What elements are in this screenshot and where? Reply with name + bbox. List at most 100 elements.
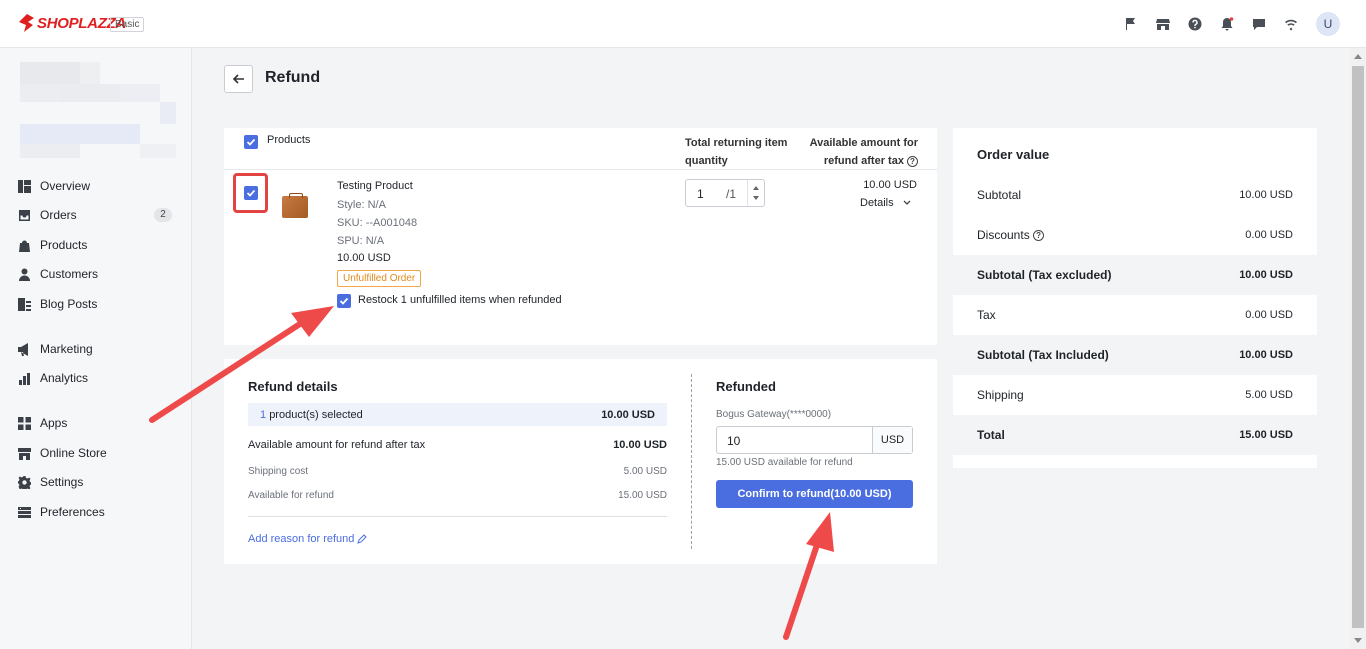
scroll-down-icon[interactable]	[1354, 638, 1362, 643]
available-for-refund-label: Available for refund	[248, 490, 334, 501]
add-reason-link[interactable]: Add reason for refund	[248, 533, 368, 545]
details-divider	[248, 516, 667, 517]
refund-amount-field[interactable]: 10 USD	[716, 426, 913, 454]
selected-count[interactable]: 1	[260, 409, 266, 421]
top-icons: U	[1115, 12, 1340, 36]
preferences-icon	[18, 506, 31, 518]
avail-after-tax-label: Available amount for refund after tax	[248, 439, 426, 451]
refund-amount-value[interactable]: 10	[727, 434, 740, 448]
blog-icon	[18, 297, 31, 311]
sidebar-item-label: Customers	[40, 267, 99, 281]
back-button[interactable]	[224, 65, 253, 93]
shipping-cost-label: Shipping cost	[248, 466, 309, 477]
order-value-label: Subtotal (Tax Included)	[977, 348, 1109, 362]
settings-icon	[18, 475, 31, 489]
order-value-amount: 0.00 USD	[1245, 309, 1293, 321]
sidebar-item-label: Blog Posts	[40, 297, 98, 311]
apps-icon	[18, 416, 31, 430]
sidebar-item-orders[interactable]: Orders 2	[18, 204, 176, 226]
status-badge: Unfulfilled Order	[337, 270, 422, 287]
annotation-highlight-box	[233, 173, 268, 213]
gateway-label: Bogus Gateway(****0000)	[716, 409, 832, 420]
vertical-dashed-divider	[691, 374, 692, 549]
logo-mark-icon	[19, 14, 34, 32]
discounts-label: Discounts	[977, 228, 1030, 242]
page-scrollbar[interactable]	[1350, 48, 1366, 649]
order-value-label: Shipping	[977, 388, 1024, 402]
product-style: Style: N/A	[337, 199, 386, 211]
help-icon[interactable]: ?	[907, 155, 918, 167]
order-value-amount: 15.00 USD	[1239, 429, 1293, 441]
sidebar-item-online-store[interactable]: Online Store	[18, 442, 176, 464]
selected-text: product(s) selected	[269, 409, 363, 421]
increment-icon[interactable]	[753, 186, 759, 190]
store-icon[interactable]	[1147, 12, 1179, 36]
product-spu: SPU: N/A	[337, 235, 385, 247]
available-for-refund-value: 15.00 USD	[618, 490, 667, 501]
product-name[interactable]: Testing Product	[337, 180, 413, 192]
product-sku: SKU: --A001048	[337, 217, 418, 229]
add-reason-label: Add reason for refund	[248, 533, 355, 545]
customers-icon	[19, 268, 30, 281]
store-name-blurred	[20, 62, 180, 158]
help-icon[interactable]: ?	[1033, 230, 1045, 242]
top-bar: SHOPLAZZA Basic U	[0, 0, 1366, 48]
quantity-value[interactable]: 1	[697, 187, 704, 201]
sidebar-item-apps[interactable]: Apps	[18, 412, 176, 434]
sidebar-item-settings[interactable]: Settings	[18, 471, 176, 493]
quantity-spin	[747, 180, 764, 206]
col-amount-header-text: refund after tax	[823, 155, 904, 167]
order-value-label: Tax	[977, 308, 996, 322]
refund-details-title: Refund details	[248, 379, 338, 394]
col-amount-header-line1: Available amount for	[809, 137, 918, 149]
order-value-label: Subtotal (Tax excluded)	[977, 268, 1112, 282]
bell-icon[interactable]	[1211, 12, 1243, 36]
details-label: Details	[860, 197, 894, 209]
sidebar-item-overview[interactable]: Overview	[18, 175, 176, 197]
order-value-label: Discounts ?	[977, 228, 1045, 242]
order-value-label: Total	[977, 428, 1005, 442]
user-avatar[interactable]: U	[1316, 12, 1340, 36]
page-title: Refund	[265, 69, 321, 86]
sidebar-item-label: Analytics	[40, 371, 89, 385]
store-icon	[18, 447, 31, 460]
products-divider	[224, 169, 937, 170]
flag-icon[interactable]	[1115, 12, 1147, 36]
sidebar-item-label: Marketing	[40, 342, 93, 356]
overview-icon	[18, 179, 31, 193]
wifi-icon[interactable]	[1275, 12, 1307, 36]
available-note: 15.00 USD available for refund	[716, 457, 853, 468]
sidebar-item-preferences[interactable]: Preferences	[18, 501, 176, 523]
sidebar-item-label: Settings	[40, 475, 84, 489]
sidebar-item-label: Apps	[40, 416, 68, 430]
confirm-refund-button[interactable]: Confirm to refund(10.00 USD)	[716, 480, 913, 508]
selected-amount: 10.00 USD	[601, 409, 655, 421]
decrement-icon[interactable]	[753, 196, 759, 200]
order-value-label: Subtotal	[977, 188, 1022, 202]
sidebar-item-customers[interactable]: Customers	[18, 263, 176, 285]
sidebar: Overview Orders 2 Products Customers Blo…	[0, 48, 192, 649]
col-amount-header-line2: refund after tax ?	[790, 155, 918, 167]
col-qty-header-line1: Total returning item	[685, 137, 788, 149]
products-icon	[19, 240, 30, 252]
scroll-up-icon[interactable]	[1354, 54, 1362, 59]
quantity-total: /1	[726, 187, 737, 201]
col-qty-header-line2: quantity	[685, 155, 728, 167]
check-icon	[246, 138, 256, 146]
details-toggle[interactable]: Details	[860, 197, 911, 209]
sidebar-item-analytics[interactable]: Analytics	[18, 367, 176, 389]
help-icon[interactable]	[1179, 12, 1211, 36]
product-refund-amount: 10.00 USD	[863, 179, 917, 191]
order-value-amount: 10.00 USD	[1239, 269, 1293, 281]
quantity-stepper[interactable]: 1 /1	[685, 179, 765, 207]
select-all-checkbox[interactable]	[244, 135, 258, 149]
sidebar-item-marketing[interactable]: Marketing	[18, 338, 176, 360]
scroll-thumb[interactable]	[1352, 66, 1364, 628]
restock-label: Restock 1 unfulfilled items when refunde…	[358, 294, 562, 306]
restock-checkbox[interactable]	[337, 294, 351, 308]
chat-icon[interactable]	[1243, 12, 1275, 36]
sidebar-item-blog-posts[interactable]: Blog Posts	[18, 293, 176, 315]
plan-badge: Basic	[110, 17, 145, 32]
selected-summary: 1 product(s) selected	[260, 409, 363, 421]
sidebar-item-products[interactable]: Products	[18, 234, 176, 256]
